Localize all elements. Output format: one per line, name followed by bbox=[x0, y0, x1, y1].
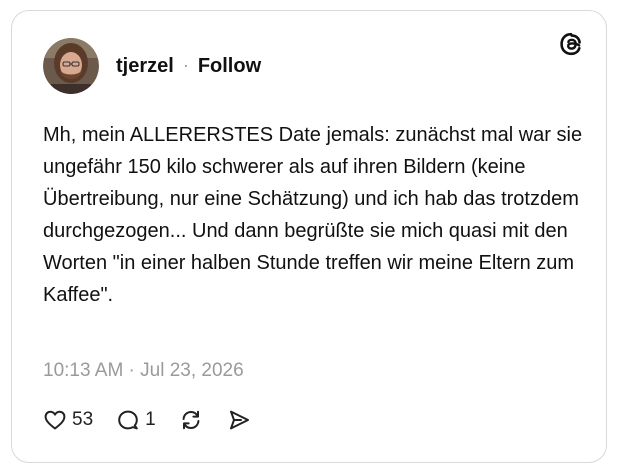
comment-icon bbox=[115, 407, 141, 433]
like-count: 53 bbox=[72, 409, 94, 430]
send-icon bbox=[226, 407, 252, 433]
share-button[interactable] bbox=[226, 407, 252, 433]
repost-icon bbox=[178, 407, 204, 433]
avatar[interactable] bbox=[43, 38, 99, 94]
post-header: tjerzel · Follow bbox=[43, 38, 261, 94]
post-text: Mh, mein ALLERERSTES Date jemals: zunäch… bbox=[43, 124, 583, 306]
post-timestamp[interactable]: 10:13 AM · Jul 23, 2026 bbox=[43, 360, 244, 382]
reply-count: 1 bbox=[145, 409, 156, 430]
like-button[interactable]: 53 bbox=[42, 407, 93, 433]
reply-button[interactable]: 1 bbox=[115, 407, 156, 433]
repost-button[interactable] bbox=[178, 407, 204, 433]
action-bar: 53 1 bbox=[42, 407, 252, 433]
separator-dot: · bbox=[182, 54, 189, 75]
post-card: tjerzel · Follow Mh, mein ALLERERSTES Da… bbox=[11, 10, 607, 463]
threads-logo-icon[interactable] bbox=[558, 31, 584, 57]
follow-button[interactable]: Follow bbox=[198, 55, 261, 78]
heart-icon bbox=[42, 407, 68, 433]
username[interactable]: tjerzel bbox=[116, 55, 174, 78]
